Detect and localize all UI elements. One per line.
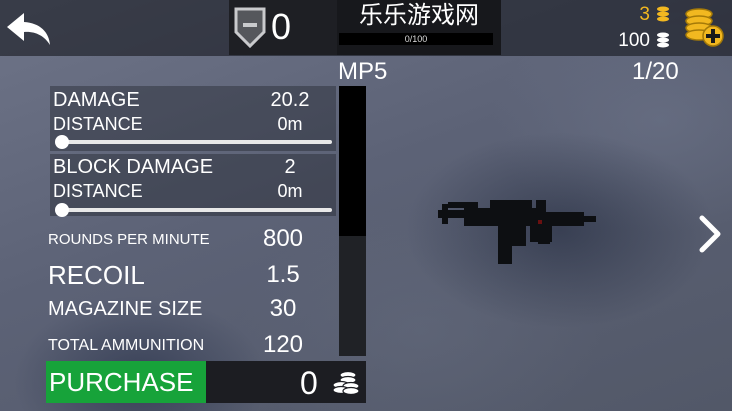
- purchase-button[interactable]: PURCHASE: [46, 361, 206, 403]
- weapon-name: MP5: [338, 58, 388, 85]
- stats-panel: DAMAGE 20.2 DISTANCE 0m BLOCK DAMAGE 2 D…: [46, 86, 338, 358]
- chevron-right-icon[interactable]: [696, 214, 724, 254]
- stats-scrollbar-thumb[interactable]: [339, 86, 366, 236]
- damage-distance-label: DISTANCE: [53, 114, 143, 134]
- weapon-page-counter: 1/20: [632, 58, 679, 85]
- damage-label: DAMAGE: [53, 89, 140, 111]
- game-title: 乐乐游戏网: [359, 2, 479, 29]
- rpm-value: 800: [262, 225, 304, 252]
- coins-icon: [657, 32, 669, 48]
- back-button[interactable]: [4, 10, 54, 48]
- gold-amount: 3: [639, 4, 650, 25]
- total-ammunition-value: 120: [262, 331, 304, 358]
- damage-block: DAMAGE 20.2 DISTANCE 0m: [50, 86, 336, 151]
- damage-distance-value: 0m: [277, 114, 303, 134]
- purchase-bar: PURCHASE 0: [46, 361, 366, 403]
- xp-text: 0/100: [404, 34, 428, 44]
- recoil-label: RECOIL: [48, 260, 145, 290]
- xp-progress-bar: 0/100: [339, 33, 493, 45]
- magazine-size-value: 30: [269, 295, 297, 322]
- rank-display: 0: [229, 0, 337, 55]
- coins-stack-icon: [332, 370, 360, 396]
- total-ammunition-label: TOTAL AMMUNITION: [48, 337, 205, 354]
- gold-coins-icon: [657, 6, 669, 22]
- recoil-value: 1.5: [266, 261, 300, 288]
- add-coins-button[interactable]: [683, 6, 725, 48]
- block-damage-block: BLOCK DAMAGE 2 DISTANCE 0m: [50, 154, 336, 217]
- damage-distance-slider-knob[interactable]: [55, 135, 69, 149]
- block-distance-value: 0m: [277, 181, 303, 201]
- stats-scrollbar[interactable]: [339, 86, 366, 356]
- magazine-size-label: MAGAZINE SIZE: [48, 298, 203, 320]
- mp5-weapon-model: [438, 200, 596, 264]
- back-arrow-icon: [7, 13, 50, 45]
- block-distance-slider-knob[interactable]: [55, 203, 69, 217]
- price-value: 0: [300, 365, 318, 401]
- title-box: 乐乐游戏网 0/100: [337, 0, 501, 55]
- block-distance-slider[interactable]: [58, 208, 332, 212]
- rank-value: 0: [271, 6, 292, 47]
- block-damage-label: BLOCK DAMAGE: [53, 156, 214, 178]
- rpm-label: ROUNDS PER MINUTE: [48, 231, 210, 248]
- damage-value: 20.2: [270, 89, 310, 111]
- block-damage-value: 2: [284, 156, 296, 178]
- rank-shield-icon: [234, 7, 266, 48]
- damage-distance-slider[interactable]: [58, 140, 332, 144]
- block-distance-label: DISTANCE: [53, 181, 143, 201]
- coin-amount: 100: [618, 30, 650, 51]
